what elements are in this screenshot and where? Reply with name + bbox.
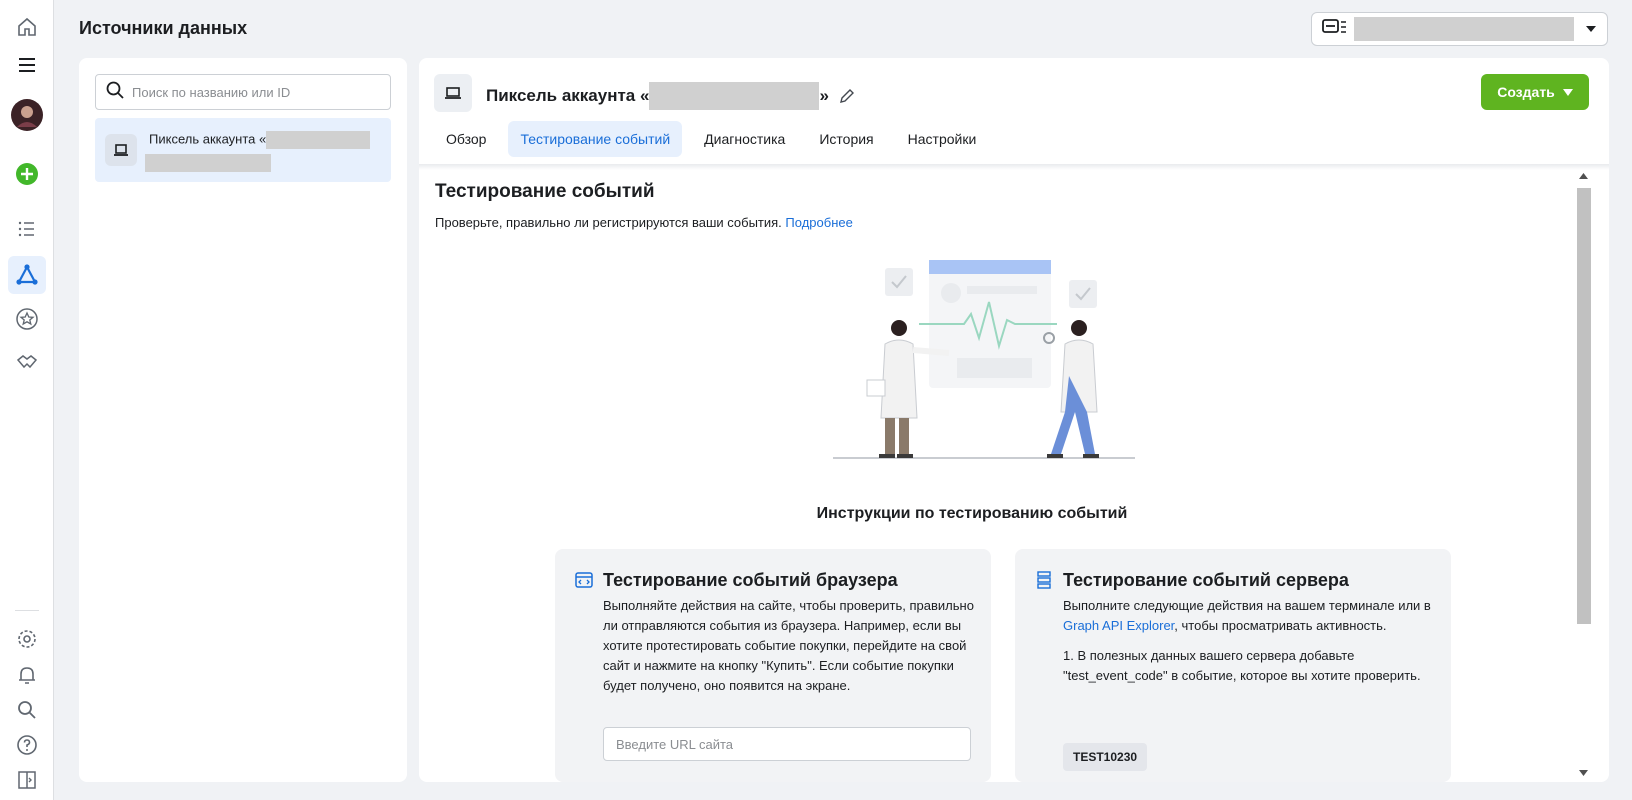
- pixel-name-redacted: [649, 82, 820, 110]
- page-title: Источники данных: [79, 18, 248, 38]
- browser-card-title: Тестирование событий браузера: [603, 570, 898, 590]
- laptop-icon: [105, 134, 137, 166]
- chevron-down-icon: [1585, 20, 1597, 38]
- rail-divider: [15, 610, 39, 611]
- menu-icon[interactable]: [8, 46, 46, 84]
- section-description: Проверьте, правильно ли регистрируются в…: [435, 215, 853, 230]
- handshake-icon[interactable]: [8, 343, 46, 381]
- settings-icon[interactable]: [8, 620, 46, 658]
- server-events-card: Тестирование событий сервера Выполните с…: [1015, 549, 1451, 782]
- tab-settings[interactable]: Настройки: [896, 121, 989, 157]
- tab-divider: [419, 164, 1609, 170]
- account-selector[interactable]: [1311, 12, 1608, 46]
- tab-history[interactable]: История: [807, 121, 885, 157]
- content-scrollbar[interactable]: [1573, 170, 1591, 782]
- browser-code-icon: [575, 571, 593, 589]
- server-card-title: Тестирование событий сервера: [1063, 570, 1349, 590]
- events-manager-icon[interactable]: [8, 256, 46, 294]
- scroll-up-icon[interactable]: [1579, 173, 1588, 179]
- scroll-thumb[interactable]: [1577, 188, 1591, 624]
- help-icon[interactable]: [8, 726, 46, 764]
- pixel-details-panel: Пиксель аккаунта « » Создать Обзор Тести…: [419, 58, 1609, 782]
- laptop-icon: [434, 74, 472, 112]
- avatar[interactable]: [8, 96, 46, 134]
- search-icon: [106, 81, 124, 104]
- graph-api-explorer-link[interactable]: Graph API Explorer: [1063, 618, 1174, 633]
- learn-more-link[interactable]: Подробнее: [785, 215, 852, 230]
- browser-card-body: Выполняйте действия на сайте, чтобы пров…: [603, 598, 974, 693]
- left-rail: [0, 0, 54, 800]
- caret-down-icon: [1562, 88, 1573, 96]
- tab-diagnostics[interactable]: Диагностика: [692, 121, 797, 157]
- data-sources-panel: Пиксель аккаунта «: [79, 58, 407, 782]
- instructions-title: Инструкции по тестированию событий: [816, 505, 1128, 522]
- browser-events-card: Тестирование событий браузера Выполняйте…: [555, 549, 991, 782]
- tab-overview[interactable]: Обзор: [434, 121, 498, 157]
- search-box[interactable]: [95, 74, 391, 110]
- pixel-title: Пиксель аккаунта « »: [486, 82, 855, 110]
- search-icon[interactable]: [8, 691, 46, 729]
- tab-bar: Обзор Тестирование событий Диагностика И…: [434, 121, 998, 157]
- edit-pencil-icon[interactable]: [839, 88, 855, 104]
- add-icon[interactable]: [8, 155, 46, 193]
- test-event-code[interactable]: TEST10230: [1063, 743, 1148, 771]
- panel-toggle-icon[interactable]: [8, 761, 46, 799]
- source-name-redacted: [266, 131, 371, 149]
- home-icon[interactable]: [8, 8, 46, 46]
- server-icon: [1035, 571, 1053, 589]
- list-icon[interactable]: [8, 210, 46, 248]
- section-title: Тестирование событий: [435, 181, 655, 202]
- star-icon[interactable]: [8, 300, 46, 338]
- source-name: Пиксель аккаунта «: [149, 131, 371, 149]
- business-account-icon: [1322, 17, 1348, 42]
- source-list-item[interactable]: Пиксель аккаунта «: [95, 118, 391, 182]
- account-name-redacted: [1354, 17, 1574, 41]
- tab-test-events[interactable]: Тестирование событий: [508, 121, 683, 157]
- test-events-illustration: [833, 260, 1135, 459]
- search-input[interactable]: [132, 84, 380, 100]
- create-button-label: Создать: [1497, 84, 1555, 100]
- site-url-input[interactable]: [603, 727, 971, 761]
- source-id-redacted: [145, 154, 271, 172]
- server-step-1: 1. В полезных данных вашего сервера доба…: [1063, 648, 1421, 683]
- create-button[interactable]: Создать: [1481, 74, 1589, 110]
- bell-icon[interactable]: [8, 656, 46, 694]
- scroll-down-icon[interactable]: [1579, 770, 1588, 776]
- server-card-body: Выполните следующие действия на вашем те…: [1063, 596, 1438, 686]
